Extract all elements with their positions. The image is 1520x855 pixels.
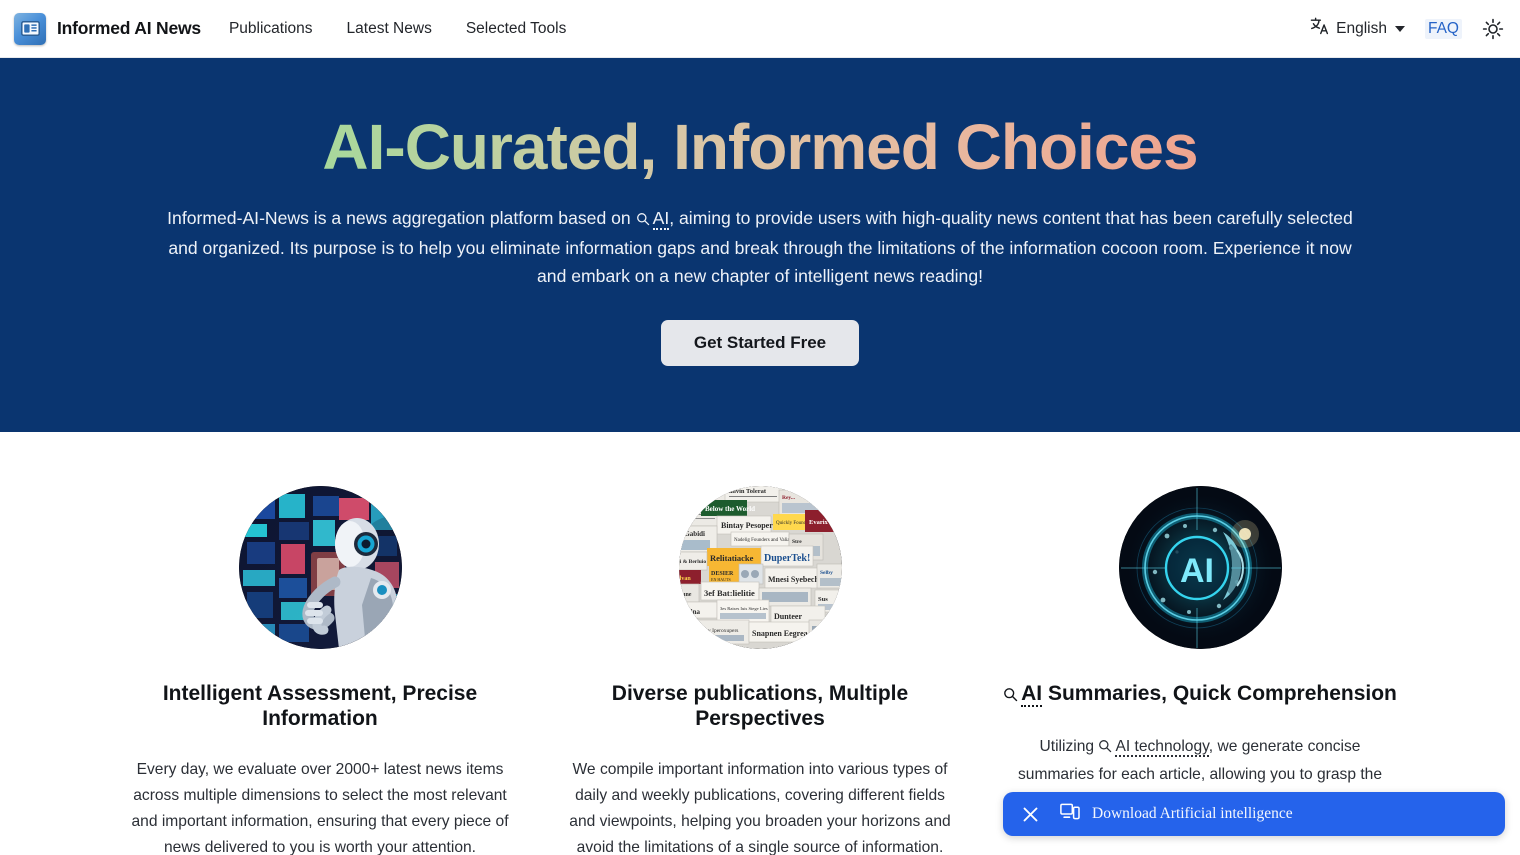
svg-text:3es Raises Iuis Siege Lies: 3es Raises Iuis Siege Lies (720, 606, 768, 611)
hero-description: Informed-AI-News is a news aggregation p… (133, 204, 1388, 290)
svg-text:Bintay Pesopers: Bintay Pesopers (721, 521, 776, 530)
ai-annotation-hero[interactable]: AI (636, 207, 670, 230)
svg-text:Below the World: Below the World (683, 491, 715, 496)
brand-name: Informed AI News (57, 18, 201, 38)
svg-text:Nadelig Founders and Valiants: Nadelig Founders and Valiants (734, 538, 795, 543)
svg-text:Rey...: Rey... (782, 495, 796, 501)
search-icon (636, 206, 650, 234)
svg-text:Vohune: Vohune (679, 592, 692, 598)
svg-text:Galvan: Galvan (679, 576, 691, 582)
svg-text:anvin Tolerat: anvin Tolerat (729, 488, 767, 495)
svg-text:3ef Bat:lielitie: 3ef Bat:lielitie (704, 588, 755, 598)
ai-annotation-card-body-label: AI technology (1115, 738, 1209, 757)
language-label: English (1336, 19, 1387, 37)
svg-text:Evarix Te: Evarix Te (809, 519, 836, 526)
feature-title: AI Summaries, Quick Comprehension (1002, 681, 1398, 708)
download-toast[interactable]: Download Artificial intelligence (1003, 792, 1505, 836)
svg-text:Dunteer: Dunteer (774, 612, 802, 621)
ai-orb-face-image: AI (1118, 486, 1282, 649)
hero-section: AI-Curated, Informed Choices Informed-AI… (0, 58, 1520, 432)
newspaper-icon (14, 12, 46, 45)
feature-text: We compile important information into va… (569, 761, 951, 855)
nav-link-publications[interactable]: Publications (229, 20, 313, 38)
newspaper-collage-image: Below the World anvin Tolerat Below the … (678, 486, 842, 649)
svg-text:Mnesi Syebech: Mnesi Syebech (768, 575, 819, 584)
nav-right-controls: English FAQ (1310, 17, 1504, 40)
ai-annotation-hero-label: AI (652, 207, 670, 230)
svg-text:Below the World: Below the World (705, 505, 755, 513)
svg-text:Relitatiacke: Relitatiacke (710, 553, 754, 563)
feature-text: Every day, we evaluate over 2000+ latest… (131, 761, 509, 855)
brand[interactable]: Informed AI News (14, 12, 201, 45)
feature-card-diverse-publications: Below the World anvin Tolerat Below the … (540, 486, 980, 855)
svg-text:Snapnen Eegrea: Snapnen Eegrea (752, 629, 808, 638)
feature-text: Utilizing AI technology, we generate con… (1002, 734, 1398, 788)
cta-wrapper: Get Started Free (0, 319, 1520, 366)
nav-link-selected-tools[interactable]: Selected Tools (466, 20, 567, 38)
download-toast-label: Download Artificial intelligence (1092, 805, 1293, 822)
nav-link-latest-news[interactable]: Latest News (347, 20, 432, 38)
search-icon (1003, 683, 1018, 708)
feature-title: Diverse publications, Multiple Perspecti… (611, 682, 909, 730)
svg-text:Quan:dry Iperoxupers: Quan:dry Iperoxupers (690, 628, 738, 634)
ai-annotation-card-title-label: AI (1021, 682, 1043, 707)
robot-news-wall-image (238, 486, 402, 649)
translate-icon (1310, 17, 1329, 40)
get-started-button[interactable]: Get Started Free (660, 319, 860, 366)
svg-text:Stre: Stre (792, 539, 802, 545)
feature-card-intelligent-assessment: Intelligent Assessment, Precise Informat… (100, 486, 540, 855)
svg-text:EN HAUTS: EN HAUTS (711, 577, 731, 582)
device-cast-icon (1060, 803, 1080, 825)
feature-text-part1: Utilizing (1039, 738, 1099, 755)
sun-icon[interactable] (1482, 18, 1504, 40)
search-icon (1098, 736, 1112, 762)
svg-text:ra Gabidi: ra Gabidi (679, 530, 705, 538)
hero-description-part1: Informed-AI-News is a news aggregation p… (167, 207, 636, 228)
feature-title: Intelligent Assessment, Precise Informat… (162, 682, 478, 730)
svg-text:Selby: Selby (820, 570, 833, 576)
svg-text:DuperTek!: DuperTek! (764, 553, 810, 564)
feature-title-rest: Summaries, Quick Comprehension (1042, 682, 1397, 705)
svg-text:relorina: relorina (679, 608, 700, 616)
top-navbar: Informed AI News Publications Latest New… (0, 0, 1520, 58)
chevron-down-icon (1394, 25, 1405, 32)
svg-text:Sus: Sus (818, 596, 828, 603)
ai-annotation-card-title[interactable]: AI (1003, 682, 1043, 708)
svg-text:AI: AI (1180, 552, 1214, 590)
close-icon[interactable] (1021, 805, 1040, 824)
language-selector[interactable]: English (1310, 17, 1405, 40)
svg-text:obi & Berluio: obi & Berluio (679, 559, 706, 565)
page-title: AI-Curated, Informed Choices (0, 113, 1520, 182)
nav-links: Publications Latest News Selected Tools (229, 20, 566, 38)
download-toast-body[interactable]: Download Artificial intelligence (1060, 803, 1293, 825)
ai-annotation-card-body[interactable]: AI technology (1098, 738, 1209, 757)
faq-link[interactable]: FAQ (1424, 18, 1462, 39)
